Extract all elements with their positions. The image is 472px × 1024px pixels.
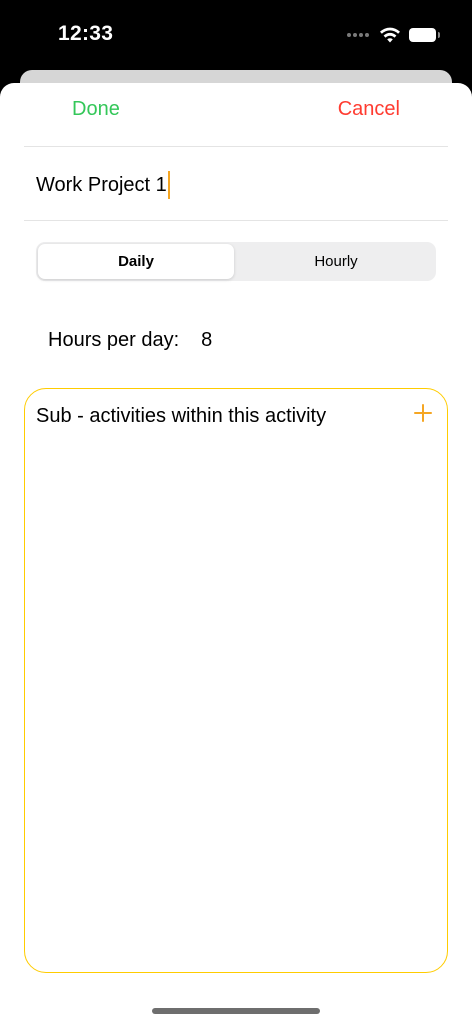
plus-icon[interactable]: [411, 401, 435, 425]
battery-icon: [409, 28, 440, 42]
wifi-icon: [380, 27, 400, 43]
done-button[interactable]: Done: [72, 98, 120, 121]
home-indicator[interactable]: [152, 1008, 320, 1014]
sub-activities-title: Sub - activities within this activity: [36, 405, 327, 427]
activity-name-row: Work Project 1: [24, 147, 448, 221]
hours-per-day-row: Hours per day: 8: [48, 329, 212, 352]
segment-daily[interactable]: Daily: [38, 244, 234, 279]
status-bar: 12:33: [0, 0, 472, 72]
status-icons: [347, 24, 440, 46]
frequency-segmented-control: Daily Hourly: [36, 242, 436, 281]
edit-activity-sheet: Done Cancel Work Project 1 Daily Hourly …: [0, 83, 472, 1024]
nav-bar: Done Cancel: [24, 83, 448, 147]
cancel-button[interactable]: Cancel: [338, 98, 400, 121]
activity-name-field[interactable]: Work Project 1: [36, 171, 170, 199]
status-time: 12:33: [58, 22, 114, 45]
text-cursor: [167, 171, 170, 199]
segment-hourly[interactable]: Hourly: [238, 244, 434, 279]
cellular-signal-icon: [347, 33, 369, 37]
hours-per-day-label: Hours per day:: [48, 329, 180, 351]
sub-activities-panel: Sub - activities within this activity: [24, 388, 448, 973]
activity-name-value: Work Project 1: [36, 173, 167, 196]
hours-per-day-value[interactable]: 8: [201, 329, 212, 352]
